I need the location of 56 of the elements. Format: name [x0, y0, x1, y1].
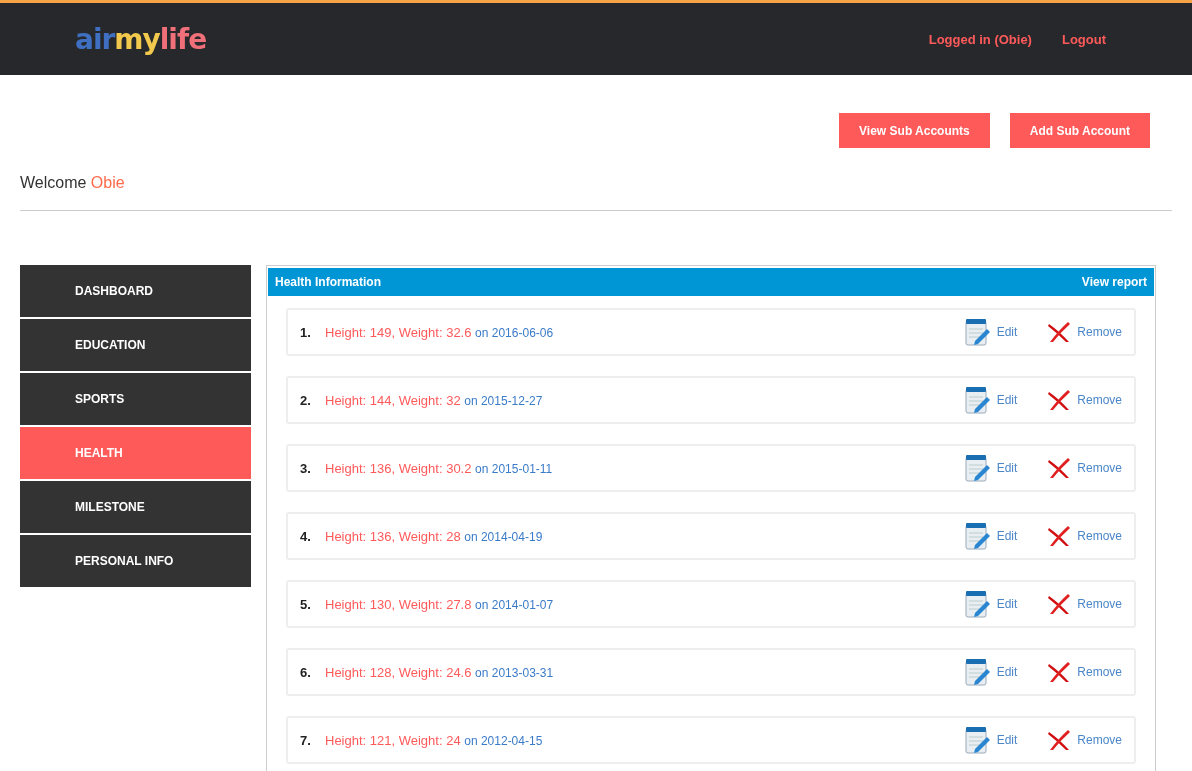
- notepad-pencil-icon[interactable]: [964, 386, 991, 414]
- remove-link[interactable]: Remove: [1077, 461, 1122, 475]
- sidebar-item[interactable]: HEALTH: [20, 427, 251, 479]
- record-text: Height: 136, Weight: 30.2 on 2015-01-11: [325, 460, 553, 476]
- record-text: Height: 144, Weight: 32 on 2015-12-27: [325, 392, 543, 408]
- notepad-pencil-icon[interactable]: [964, 726, 991, 754]
- cross-icon[interactable]: [1047, 593, 1072, 615]
- welcome-text: Welcome Obie: [20, 174, 1172, 211]
- notepad-pencil-icon[interactable]: [964, 454, 991, 482]
- record-text: Height: 121, Weight: 24 on 2012-04-15: [325, 732, 543, 748]
- sidebar-item[interactable]: PERSONAL INFO: [20, 535, 251, 587]
- record-text: Height: 149, Weight: 32.6 on 2016-06-06: [325, 324, 554, 340]
- cross-icon[interactable]: [1047, 457, 1072, 479]
- action-button[interactable]: Add Sub Account: [1009, 113, 1150, 148]
- view-report-link[interactable]: View report: [1081, 275, 1147, 289]
- sidebar-item[interactable]: EDUCATION: [20, 319, 251, 371]
- remove-link[interactable]: Remove: [1077, 597, 1122, 611]
- edit-link[interactable]: Edit: [996, 665, 1018, 679]
- sidebar-item[interactable]: DASHBOARD: [20, 265, 251, 317]
- record-text: Height: 136, Weight: 28 on 2014-04-19: [325, 528, 543, 544]
- remove-link[interactable]: Remove: [1077, 529, 1122, 543]
- header-link[interactable]: Logged in (Obie): [928, 31, 1032, 47]
- remove-link[interactable]: Remove: [1077, 393, 1122, 407]
- record-number: 6.: [300, 664, 312, 680]
- cross-icon[interactable]: [1047, 321, 1072, 343]
- cross-icon[interactable]: [1047, 525, 1072, 547]
- cross-icon[interactable]: [1047, 661, 1072, 683]
- record-number: 1.: [300, 324, 312, 340]
- logo[interactable]: airmylife: [75, 22, 207, 56]
- notepad-pencil-icon[interactable]: [964, 522, 991, 550]
- record-number: 5.: [300, 596, 312, 612]
- edit-link[interactable]: Edit: [996, 461, 1018, 475]
- notepad-pencil-icon[interactable]: [964, 318, 991, 346]
- sidebar-item[interactable]: MILESTONE: [20, 481, 251, 533]
- edit-link[interactable]: Edit: [996, 529, 1018, 543]
- edit-link[interactable]: Edit: [996, 733, 1018, 747]
- record-text: Height: 130, Weight: 27.8 on 2014-01-07: [325, 596, 554, 612]
- record-number: 4.: [300, 528, 312, 544]
- cross-icon[interactable]: [1047, 729, 1072, 751]
- edit-link[interactable]: Edit: [996, 393, 1018, 407]
- sidebar-item[interactable]: SPORTS: [20, 373, 251, 425]
- edit-link[interactable]: Edit: [996, 597, 1018, 611]
- remove-link[interactable]: Remove: [1077, 733, 1122, 747]
- notepad-pencil-icon[interactable]: [964, 590, 991, 618]
- notepad-pencil-icon[interactable]: [964, 658, 991, 686]
- record-number: 7.: [300, 732, 312, 748]
- action-button[interactable]: View Sub Accounts: [839, 113, 990, 148]
- edit-link[interactable]: Edit: [996, 325, 1018, 339]
- record-number: 3.: [300, 460, 312, 476]
- panel-title: Health Information: [275, 275, 381, 289]
- cross-icon[interactable]: [1047, 389, 1072, 411]
- header-link[interactable]: Logout: [1061, 31, 1106, 47]
- record-text: Height: 128, Weight: 24.6 on 2013-03-31: [325, 664, 554, 680]
- record-number: 2.: [300, 392, 312, 408]
- remove-link[interactable]: Remove: [1077, 665, 1122, 679]
- remove-link[interactable]: Remove: [1077, 325, 1122, 339]
